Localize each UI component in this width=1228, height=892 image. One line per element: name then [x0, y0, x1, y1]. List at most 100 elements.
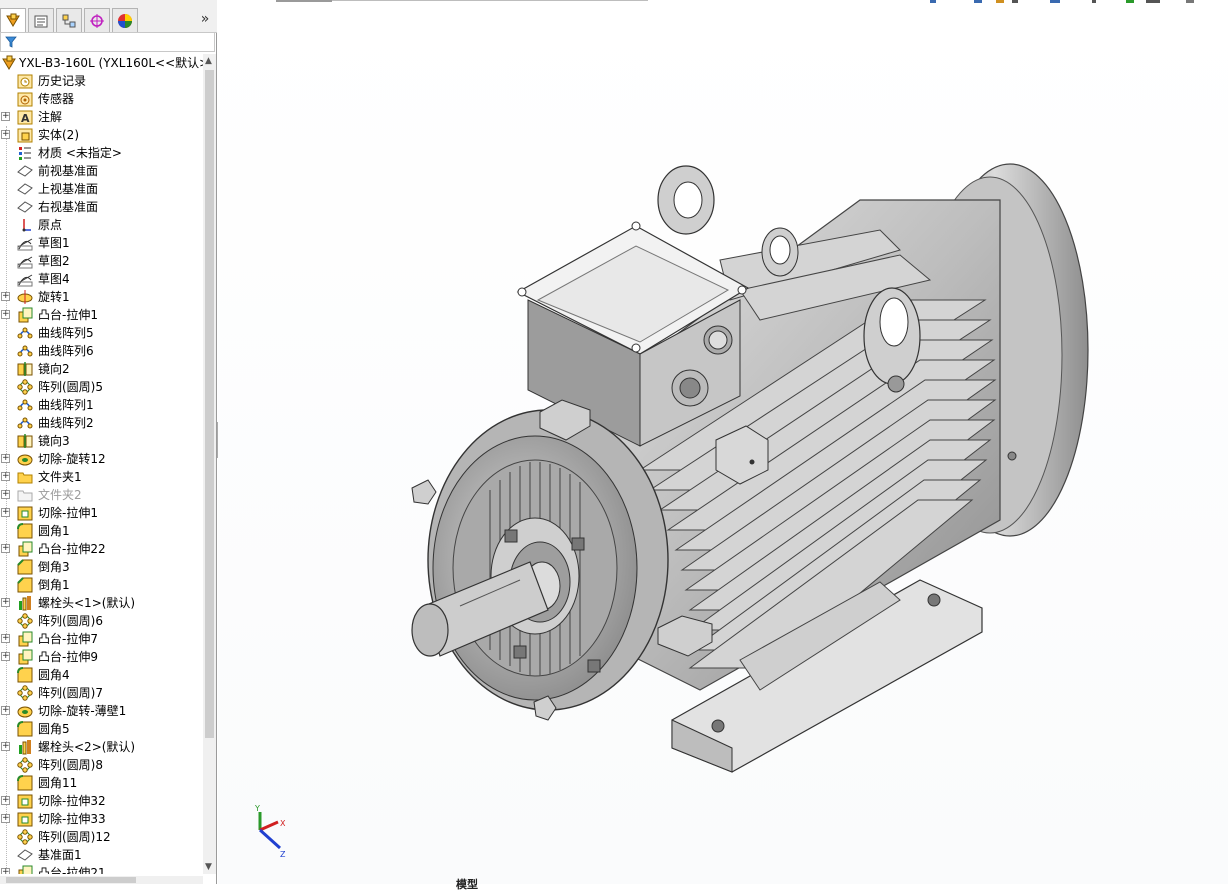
circular-pattern-icon	[17, 379, 34, 395]
filter-bar[interactable]	[0, 32, 215, 52]
tree-item-label: 阵列(圆周)7	[38, 686, 103, 700]
tree-item[interactable]: 倒角1	[0, 576, 203, 594]
tree-item-label: 原点	[38, 218, 63, 232]
tree-item[interactable]: + 凸台-拉伸7	[0, 630, 203, 648]
expand-toggle-icon[interactable]: +	[1, 634, 10, 643]
solid-bodies-icon	[17, 127, 34, 143]
expand-toggle-icon[interactable]: +	[1, 292, 10, 301]
tree-item[interactable]: 镜向2	[0, 360, 203, 378]
expand-toggle-icon[interactable]: +	[1, 112, 10, 121]
tree-item[interactable]: + 旋转1	[0, 288, 203, 306]
tree-item[interactable]: + 螺栓头<2>(默认)	[0, 738, 203, 756]
expand-toggle-icon[interactable]: +	[1, 454, 10, 463]
tree-item[interactable]: 圆角1	[0, 522, 203, 540]
material-icon	[17, 145, 34, 161]
expand-toggle-icon[interactable]: +	[1, 814, 10, 823]
tree-item[interactable]: + 切除-拉伸1	[0, 504, 203, 522]
plane-icon	[17, 847, 34, 863]
tree-item[interactable]: + 凸台-拉伸9	[0, 648, 203, 666]
tree-item[interactable]: 传感器	[0, 90, 203, 108]
heads-up-view-toolbar[interactable]	[930, 0, 1194, 3]
bolt-head-icon	[17, 739, 34, 755]
more-tabs-button[interactable]: »	[197, 10, 213, 28]
scroll-up-icon[interactable]: ▲	[205, 56, 212, 66]
tree-item[interactable]: + 实体(2)	[0, 126, 203, 144]
tree-item[interactable]: 阵列(圆周)7	[0, 684, 203, 702]
tree-item[interactable]: 圆角5	[0, 720, 203, 738]
tree-item[interactable]: 曲线阵列2	[0, 414, 203, 432]
tree-item[interactable]: + 切除-旋转-薄壁1	[0, 702, 203, 720]
tree-item[interactable]: 阵列(圆周)6	[0, 612, 203, 630]
expand-toggle-icon[interactable]: +	[1, 706, 10, 715]
tree-item[interactable]: 上视基准面	[0, 180, 203, 198]
origin-icon	[17, 217, 34, 233]
expand-toggle-icon[interactable]: +	[1, 652, 10, 661]
tree-horizontal-scrollbar[interactable]	[0, 876, 203, 884]
tree-item[interactable]: 前视基准面	[0, 162, 203, 180]
tree-item[interactable]: + 文件夹2	[0, 486, 203, 504]
tree-item-label: 阵列(圆周)5	[38, 380, 103, 394]
tree-item[interactable]: 阵列(圆周)12	[0, 828, 203, 846]
model-tab[interactable]: 模型	[456, 876, 478, 892]
expand-toggle-icon[interactable]: +	[1, 310, 10, 319]
tree-item[interactable]: 镜向3	[0, 432, 203, 450]
chamfer-icon	[17, 577, 34, 593]
propertymanager-tab-icon[interactable]	[28, 8, 54, 32]
expand-toggle-icon[interactable]: +	[1, 130, 10, 139]
tree-item[interactable]: 草图2	[0, 252, 203, 270]
tree-item[interactable]: + 凸台-拉伸1	[0, 306, 203, 324]
tree-item[interactable]: 曲线阵列1	[0, 396, 203, 414]
scrollbar-thumb[interactable]	[6, 877, 136, 883]
expand-toggle-icon[interactable]: +	[1, 742, 10, 751]
tree-item[interactable]: + 切除-拉伸32	[0, 792, 203, 810]
featuremanager-tab-icon[interactable]	[0, 8, 26, 32]
triad-x-label: X	[280, 819, 286, 828]
revolve-icon	[17, 289, 34, 305]
expand-toggle-icon[interactable]: +	[1, 472, 10, 481]
fillet-icon	[17, 721, 34, 737]
tree-item[interactable]: + 文件夹1	[0, 468, 203, 486]
tree-item[interactable]: + 凸台-拉伸22	[0, 540, 203, 558]
configurationmanager-tab-icon[interactable]	[56, 8, 82, 32]
tree-item[interactable]: 右视基准面	[0, 198, 203, 216]
expand-toggle-icon[interactable]: +	[1, 490, 10, 499]
tree-item[interactable]: 倒角3	[0, 558, 203, 576]
tree-item[interactable]: 曲线阵列6	[0, 342, 203, 360]
tree-item[interactable]: 材质 <未指定>	[0, 144, 203, 162]
scrollbar-thumb[interactable]	[205, 70, 214, 738]
tree-item[interactable]: 基准面1	[0, 846, 203, 864]
dimxpert-tab-icon[interactable]	[84, 8, 110, 32]
tree-item[interactable]: 原点	[0, 216, 203, 234]
front-end-shield	[427, 409, 669, 711]
tree-item[interactable]: + A 注解	[0, 108, 203, 126]
tree-item[interactable]: + 凸台-拉伸21	[0, 864, 203, 874]
tree-root-item[interactable]: YXL-B3-160L (YXL160L<<默认>	[0, 54, 203, 72]
sketch-icon	[17, 271, 34, 287]
electric-motor-3d-model[interactable]: Y X Z	[218, 0, 1228, 884]
expand-toggle-icon[interactable]: +	[1, 796, 10, 805]
tree-item[interactable]: + 螺栓头<1>(默认)	[0, 594, 203, 612]
tree-item[interactable]: 阵列(圆周)8	[0, 756, 203, 774]
tree-item-label: 切除-拉伸32	[38, 794, 106, 808]
bolt-head-icon	[17, 595, 34, 611]
tree-item[interactable]: 历史记录	[0, 72, 203, 90]
graphics-viewport[interactable]: Y X Z 模型	[218, 0, 1228, 891]
cut-extrude-icon	[17, 505, 34, 521]
tree-item[interactable]: 圆角11	[0, 774, 203, 792]
expand-toggle-icon[interactable]: +	[1, 598, 10, 607]
tree-vertical-scrollbar[interactable]: ▲ ▼	[203, 54, 216, 874]
expand-toggle-icon[interactable]: +	[1, 868, 10, 874]
tree-item[interactable]: 曲线阵列5	[0, 324, 203, 342]
tree-item[interactable]: 草图1	[0, 234, 203, 252]
expand-toggle-icon[interactable]: +	[1, 544, 10, 553]
filter-icon[interactable]	[4, 35, 18, 49]
sketch-icon	[17, 235, 34, 251]
tree-item[interactable]: + 切除-拉伸33	[0, 810, 203, 828]
expand-toggle-icon[interactable]: +	[1, 508, 10, 517]
tree-item[interactable]: 阵列(圆周)5	[0, 378, 203, 396]
scroll-down-icon[interactable]: ▼	[205, 862, 212, 872]
tree-item[interactable]: + 切除-旋转12	[0, 450, 203, 468]
tree-item[interactable]: 草图4	[0, 270, 203, 288]
display-manager-tab-icon[interactable]	[112, 8, 138, 32]
tree-item[interactable]: 圆角4	[0, 666, 203, 684]
